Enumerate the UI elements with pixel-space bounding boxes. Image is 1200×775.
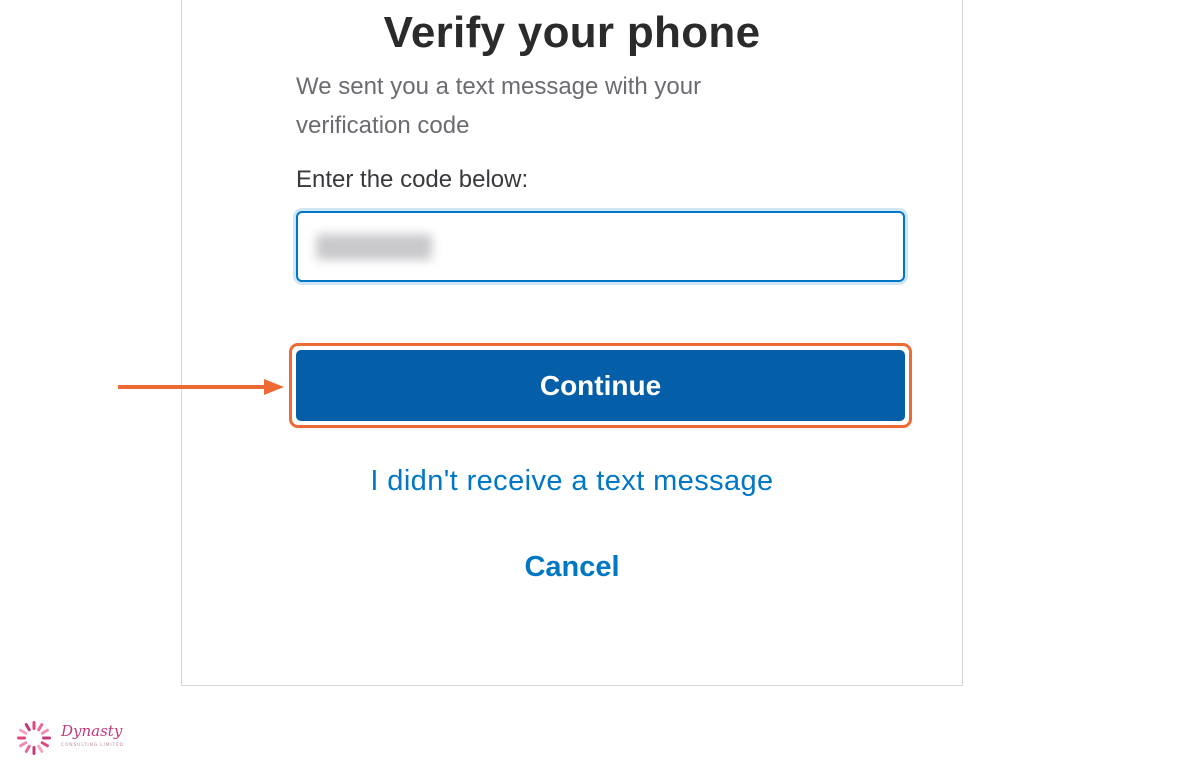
logo-subtext: CONSULTING LIMITED [61, 743, 124, 748]
no-text-message-link[interactable]: I didn't receive a text message [182, 465, 962, 498]
blurred-code-value [316, 233, 432, 260]
instruction-text: We sent you a text message with your ver… [296, 73, 702, 139]
continue-button[interactable]: Continue [296, 350, 905, 421]
logo-text: Dynasty [61, 722, 123, 740]
page-title: Verify your phone [383, 8, 761, 57]
verification-card: Verify your phone We sent you a text mes… [181, 0, 963, 686]
cancel-link[interactable]: Cancel [182, 551, 962, 584]
page: Verify your phone We sent you a text mes… [0, 0, 1200, 775]
verification-code-input[interactable] [296, 211, 905, 282]
tutorial-arrow-icon [118, 379, 284, 395]
code-field-label: Enter the code below: [296, 166, 529, 193]
